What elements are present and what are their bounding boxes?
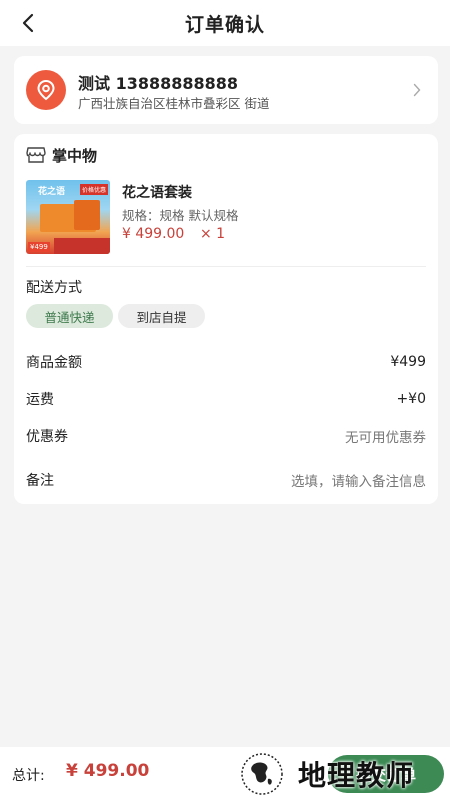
note-input[interactable]: 选填，请输入备注信息 xyxy=(291,470,426,490)
thumb-price: ¥499 xyxy=(28,242,50,252)
top-bar: 订单确认 xyxy=(0,0,450,46)
watermark: 地理教师 xyxy=(238,750,414,798)
freight-value: +¥0 xyxy=(396,391,426,407)
address-card[interactable]: 测试 13888888888 广西壮族自治区桂林市叠彩区 街道 xyxy=(14,56,438,124)
product-price: ¥ 499.00 xyxy=(122,226,185,242)
note-row: 备注 选填，请输入备注信息 xyxy=(26,469,426,491)
note-label: 备注 xyxy=(26,473,54,489)
globe-icon xyxy=(238,750,286,798)
thumb-tag: 价格优惠 xyxy=(79,184,108,195)
watermark-text: 地理教师 xyxy=(298,759,415,792)
store-icon xyxy=(26,146,46,164)
address-name-phone: 测试 13888888888 xyxy=(78,74,239,93)
product-quantity: × 1 xyxy=(200,226,226,242)
address-detail: 广西壮族自治区桂林市叠彩区 街道 xyxy=(78,96,270,111)
divider xyxy=(26,266,426,267)
shop-name: 掌中物 xyxy=(52,146,98,165)
product-thumbnail[interactable]: 花之语 价格优惠 ¥499 xyxy=(26,180,110,254)
page-title: 订单确认 xyxy=(184,14,265,36)
total-value: ¥ 499.00 xyxy=(66,761,150,781)
shop-header: 掌中物 xyxy=(26,144,97,166)
delivery-option-pickup[interactable]: 到店自提 xyxy=(118,304,205,328)
delivery-label: 配送方式 xyxy=(26,280,82,296)
coupon-row[interactable]: 优惠券 无可用优惠券 xyxy=(26,425,426,447)
chevron-right-icon xyxy=(410,80,424,100)
product-name: 花之语套装 xyxy=(122,185,192,201)
coupon-value: 无可用优惠券 xyxy=(345,430,426,446)
product-spec: 规格：规格 默认规格 xyxy=(122,208,239,223)
thumb-product-box xyxy=(74,200,100,230)
freight-row: 运费 +¥0 xyxy=(26,388,426,410)
goods-amount-value: ¥499 xyxy=(390,354,426,370)
goods-amount-label: 商品金额 xyxy=(26,355,82,371)
coupon-label: 优惠券 xyxy=(26,429,68,445)
location-pin-icon xyxy=(26,70,66,110)
thumb-banner xyxy=(54,238,110,254)
goods-amount-row: 商品金额 ¥499 xyxy=(26,351,426,373)
freight-label: 运费 xyxy=(26,392,54,408)
order-card: 掌中物 花之语 价格优惠 ¥499 花之语套装 规格：规格 默认规格 ¥ 499… xyxy=(14,134,438,504)
thumb-badge: 花之语 xyxy=(38,187,66,197)
delivery-option-express[interactable]: 普通快递 xyxy=(26,304,113,328)
total-label: 总计: xyxy=(12,768,45,784)
